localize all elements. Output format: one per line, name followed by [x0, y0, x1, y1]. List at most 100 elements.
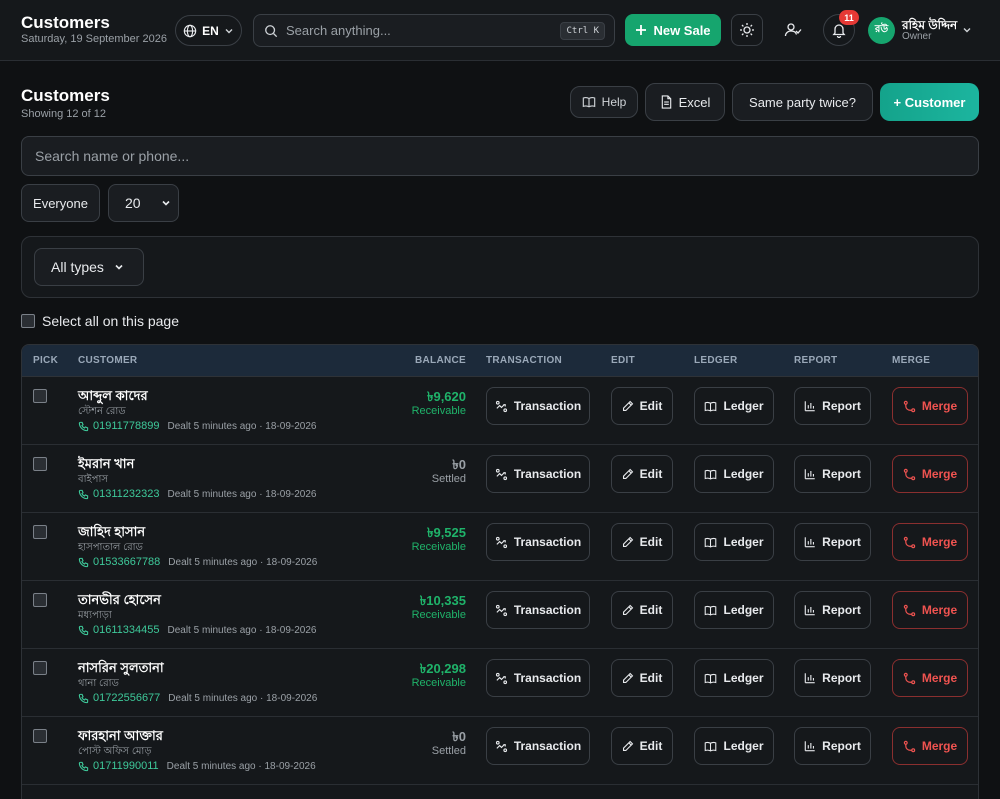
merge-icon	[903, 604, 916, 617]
language-switcher[interactable]: EN	[175, 15, 242, 46]
plus-icon	[635, 24, 647, 36]
customer-phone[interactable]: 01911778899	[93, 420, 159, 432]
merge-icon	[903, 536, 916, 549]
pencil-icon	[622, 604, 634, 616]
page-size-select[interactable]: 20	[108, 184, 179, 222]
global-search[interactable]: Ctrl K	[253, 14, 615, 47]
audience-filter[interactable]: Everyone	[21, 184, 100, 222]
pencil-icon	[622, 536, 634, 548]
transaction-button[interactable]: Transaction	[486, 591, 590, 629]
bar-chart-icon	[804, 672, 816, 684]
book-icon	[704, 468, 717, 481]
edit-button[interactable]: Edit	[611, 727, 673, 765]
app-title: Customers	[21, 13, 110, 32]
customer-phone[interactable]: 01311232323	[93, 488, 159, 500]
phone-icon	[78, 761, 89, 772]
customer-phone[interactable]: 01711990011	[93, 760, 159, 772]
last-dealt: Dealt 5 minutes ago · 18-09-2026	[168, 556, 318, 568]
merge-icon	[903, 400, 916, 413]
transaction-label: Transaction	[513, 603, 582, 617]
merge-icon	[903, 672, 916, 685]
merge-icon	[903, 468, 916, 481]
transaction-button[interactable]: Transaction	[486, 455, 590, 493]
edit-button[interactable]: Edit	[611, 455, 673, 493]
row-checkbox[interactable]	[33, 661, 47, 675]
customer-phone[interactable]: 01722556677	[93, 692, 160, 704]
page-subtitle: Showing 12 of 12	[21, 108, 107, 120]
duplicate-party-button[interactable]: Same party twice?	[732, 83, 873, 121]
edit-button[interactable]: Edit	[611, 387, 673, 425]
report-label: Report	[822, 603, 861, 617]
row-checkbox[interactable]	[33, 389, 47, 403]
add-customer-button[interactable]: + Customer	[880, 83, 979, 121]
edit-button[interactable]: Edit	[611, 523, 673, 561]
edit-label: Edit	[639, 467, 663, 481]
select-all[interactable]: Select all on this page	[21, 313, 179, 329]
ledger-button[interactable]: Ledger	[694, 727, 774, 765]
row-checkbox[interactable]	[33, 525, 47, 539]
chevron-down-icon[interactable]	[962, 25, 972, 35]
book-icon	[704, 740, 717, 753]
merge-button[interactable]: Merge	[892, 727, 968, 765]
customer-phone[interactable]: 01611334455	[93, 624, 159, 636]
merge-button[interactable]: Merge	[892, 659, 968, 697]
top-bar: Customers Saturday, 19 September 2026 EN…	[0, 0, 1000, 61]
column-transaction: TRANSACTION	[486, 355, 563, 366]
customer-phone[interactable]: 01533667788	[93, 556, 160, 568]
theme-toggle-button[interactable]	[731, 14, 763, 46]
ledger-button[interactable]: Ledger	[694, 455, 774, 493]
help-button[interactable]: Help	[570, 86, 638, 118]
customer-meta: 01533667788 Dealt 5 minutes ago · 18-09-…	[78, 556, 317, 568]
select-all-checkbox[interactable]	[21, 314, 35, 328]
table-row: নাসরিন সুলতানা থানা রোড 01722556677 Deal…	[22, 649, 978, 717]
ledger-label: Ledger	[723, 603, 764, 617]
user-check-button[interactable]	[777, 14, 809, 46]
merge-button[interactable]: Merge	[892, 523, 968, 561]
table-row: তানভীর হোসেন মধ্যপাড়া 01611334455 Dealt…	[22, 581, 978, 649]
report-label: Report	[822, 535, 861, 549]
bar-chart-icon	[804, 468, 816, 480]
report-button[interactable]: Report	[794, 523, 871, 561]
filter-panel: All types	[21, 236, 979, 298]
transaction-label: Transaction	[513, 671, 582, 685]
report-button[interactable]: Report	[794, 659, 871, 697]
report-button[interactable]: Report	[794, 387, 871, 425]
book-icon	[704, 536, 717, 549]
ledger-button[interactable]: Ledger	[694, 387, 774, 425]
select-all-label: Select all on this page	[42, 313, 179, 329]
edit-button[interactable]: Edit	[611, 659, 673, 697]
ledger-button[interactable]: Ledger	[694, 659, 774, 697]
row-checkbox[interactable]	[33, 457, 47, 471]
transaction-button[interactable]: Transaction	[486, 387, 590, 425]
column-edit: EDIT	[611, 355, 635, 366]
row-checkbox[interactable]	[33, 729, 47, 743]
report-button[interactable]: Report	[794, 727, 871, 765]
merge-button[interactable]: Merge	[892, 387, 968, 425]
customer-meta: 01611334455 Dealt 5 minutes ago · 18-09-…	[78, 624, 316, 636]
merge-button[interactable]: Merge	[892, 455, 968, 493]
type-select[interactable]: All types	[34, 248, 144, 286]
customer-area: পোস্ট অফিস মোড়	[78, 746, 152, 757]
transaction-button[interactable]: Transaction	[486, 659, 590, 697]
bar-chart-icon	[804, 604, 816, 616]
excel-button[interactable]: Excel	[645, 83, 725, 121]
transaction-button[interactable]: Transaction	[486, 523, 590, 561]
report-button[interactable]: Report	[794, 591, 871, 629]
customer-search-input[interactable]	[21, 136, 979, 176]
transaction-icon	[495, 672, 508, 685]
merge-button[interactable]: Merge	[892, 591, 968, 629]
ledger-button[interactable]: Ledger	[694, 591, 774, 629]
transaction-label: Transaction	[513, 535, 582, 549]
book-icon	[582, 95, 596, 109]
merge-label: Merge	[921, 399, 958, 413]
ledger-button[interactable]: Ledger	[694, 523, 774, 561]
row-checkbox[interactable]	[33, 593, 47, 607]
bar-chart-icon	[804, 400, 816, 412]
global-search-input[interactable]	[286, 23, 556, 38]
new-sale-button[interactable]: New Sale	[625, 14, 721, 46]
transaction-button[interactable]: Transaction	[486, 727, 590, 765]
customer-area: স্টেশন রোড	[78, 406, 126, 417]
edit-button[interactable]: Edit	[611, 591, 673, 629]
avatar[interactable]: রউ	[868, 17, 895, 44]
report-button[interactable]: Report	[794, 455, 871, 493]
